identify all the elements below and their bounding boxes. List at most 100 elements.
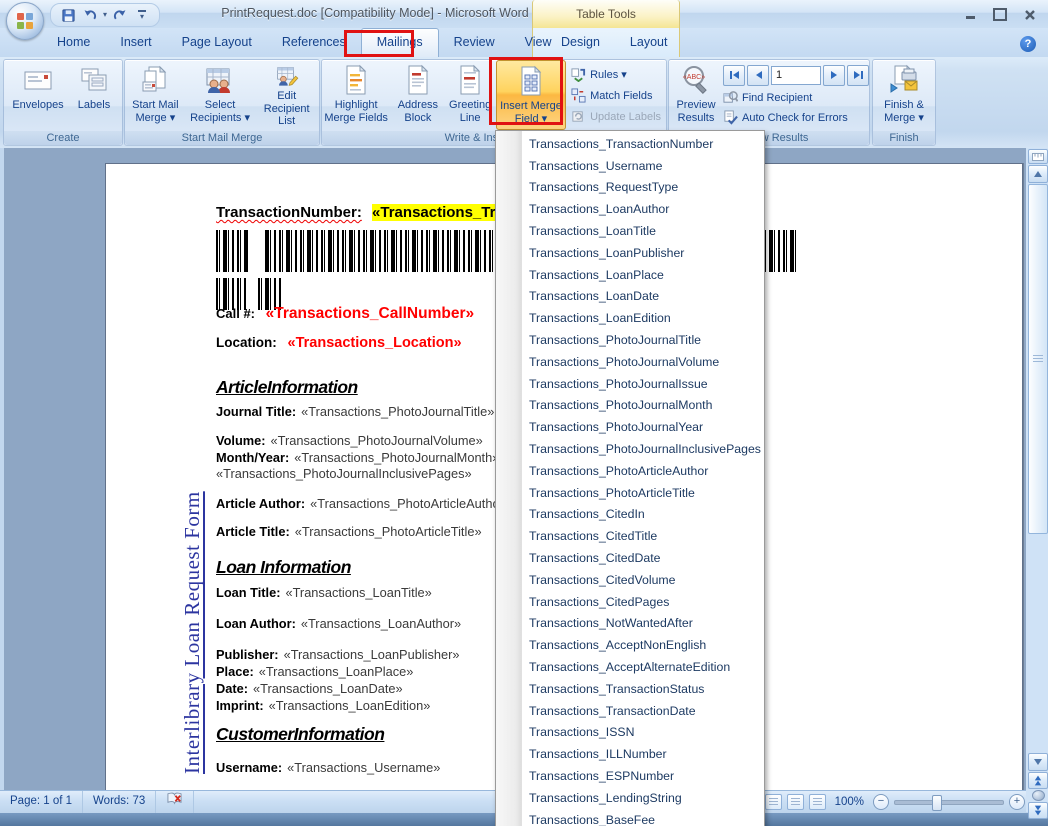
redo-icon[interactable] [111,6,129,24]
greeting-line-button[interactable]: Greeting Line [445,60,494,128]
tab-references[interactable]: References [267,28,361,57]
merge-field-menu-item[interactable]: Transactions_LoanPublisher [496,242,764,264]
merge-field-menu-item[interactable]: Transactions_BaseFee [496,809,764,826]
merge-field-menu-item[interactable]: Transactions_PhotoArticleAuthor [496,460,764,482]
edit-recipient-list-button[interactable]: Edit Recipient List [254,60,319,128]
draft-view-icon[interactable] [809,794,826,810]
finish-merge-icon [888,64,920,96]
maximize-button[interactable] [992,7,1008,21]
update-labels-button[interactable]: Update Labels [571,108,666,125]
web-layout-view-icon[interactable] [765,794,782,810]
finish-merge-button[interactable]: Finish & Merge ▾ [876,60,932,128]
rules-button[interactable]: Rules ▾ [571,66,666,83]
merge-field-menu-item[interactable]: Transactions_CitedPages [496,591,764,613]
minimize-button[interactable] [962,7,978,21]
proofing-status[interactable] [156,791,194,813]
tab-review[interactable]: Review [439,28,510,57]
scroll-up-button[interactable] [1028,165,1048,183]
help-icon[interactable]: ? [1020,36,1036,52]
merge-field-menu-item[interactable]: Transactions_TransactionNumber [496,133,764,155]
office-button[interactable] [6,2,44,40]
loan-title-line: Loan Title:«Transactions_LoanTitle» [216,585,432,600]
zoom-slider[interactable] [894,800,1004,805]
merge-field-menu-item[interactable]: Transactions_PhotoJournalIssue [496,373,764,395]
merge-field-menu-item[interactable]: Transactions_LoanPlace [496,264,764,286]
merge-field-menu-item[interactable]: Transactions_PhotoJournalMonth [496,395,764,417]
merge-field-menu-item[interactable]: Transactions_ILLNumber [496,743,764,765]
merge-field-menu-item[interactable]: Transactions_LoanTitle [496,220,764,242]
merge-field-menu-item[interactable]: Transactions_PhotoJournalTitle [496,329,764,351]
undo-dropdown-icon[interactable]: ▾ [103,11,107,19]
next-record-button[interactable] [823,65,845,86]
svg-text:«ABC»: «ABC» [683,74,705,81]
merge-field-menu-item[interactable]: Transactions_ISSN [496,722,764,744]
tab-design[interactable]: Design [546,28,615,56]
find-recipient-button[interactable]: Find Recipient [723,89,869,106]
page-indicator[interactable]: Page: 1 of 1 [0,791,83,813]
window-controls [962,7,1038,21]
last-record-button[interactable] [847,65,869,86]
view-ruler-icon[interactable] [1028,149,1048,164]
merge-field-menu-item[interactable]: Transactions_PhotoArticleTitle [496,482,764,504]
start-mail-merge-button[interactable]: Start Mail Merge ▾ [125,60,186,128]
save-icon[interactable] [59,6,77,24]
merge-field-menu-item[interactable]: Transactions_LendingString [496,787,764,809]
address-block-button[interactable]: Address Block [391,60,444,128]
preview-results-button[interactable]: «ABC» Preview Results [673,60,719,128]
scrollbar-thumb[interactable] [1028,184,1048,534]
tab-page-layout[interactable]: Page Layout [167,28,267,57]
merge-field-menu-item[interactable]: Transactions_TransactionStatus [496,678,764,700]
insert-merge-field-button[interactable]: Insert Merge Field ▾ [496,60,566,130]
insert-merge-field-menu: Transactions_TransactionNumberTransactio… [495,130,765,826]
select-recipients-button[interactable]: Select Recipients ▾ [190,60,251,128]
highlight-merge-fields-button[interactable]: Highlight Merge Fields [322,60,390,128]
merge-field-menu-item[interactable]: Transactions_TransactionDate [496,700,764,722]
customize-qat-icon[interactable]: ▾ [133,6,151,24]
next-page-button[interactable] [1028,802,1048,819]
merge-field-menu-item[interactable]: Transactions_Username [496,155,764,177]
zoom-level[interactable]: 100% [835,796,864,808]
merge-field-menu-item[interactable]: Transactions_AcceptNonEnglish [496,634,764,656]
match-fields-button[interactable]: Match Fields [571,87,666,104]
merge-field-menu-item[interactable]: Transactions_LoanDate [496,286,764,308]
tab-layout[interactable]: Layout [615,28,683,56]
labels-button[interactable]: Labels [70,60,118,128]
merge-field-menu-item[interactable]: Transactions_LoanAuthor [496,198,764,220]
merge-field-menu-item[interactable]: Transactions_NotWantedAfter [496,613,764,635]
undo-icon[interactable] [81,6,99,24]
place-line: Place:«Transactions_LoanPlace» [216,664,413,679]
merge-field-menu-item[interactable]: Transactions_PhotoJournalVolume [496,351,764,373]
proofing-error-icon [166,791,183,806]
auto-check-errors-button[interactable]: Auto Check for Errors [723,109,869,126]
envelopes-button[interactable]: Envelopes [8,60,68,128]
merge-field-menu-item[interactable]: Transactions_CitedTitle [496,525,764,547]
merge-field-menu-item[interactable]: Transactions_AcceptAlternateEdition [496,656,764,678]
previous-record-button[interactable] [747,65,769,86]
merge-field-menu-item[interactable]: Transactions_CitedVolume [496,569,764,591]
merge-field-menu-item[interactable]: Transactions_LoanEdition [496,307,764,329]
window-title: PrintRequest.doc [Compatibility Mode] - … [210,6,540,20]
record-number-input[interactable] [771,66,821,85]
scroll-down-button[interactable] [1028,753,1048,771]
merge-field-menu-item[interactable]: Transactions_PhotoJournalInclusivePages [496,438,764,460]
tab-insert[interactable]: Insert [105,28,166,57]
zoom-in-icon[interactable]: + [1009,794,1025,810]
tab-home[interactable]: Home [42,28,105,57]
tab-mailings[interactable]: Mailings [361,28,439,57]
zoom-out-icon[interactable]: − [873,794,889,810]
close-button[interactable] [1022,7,1038,21]
word-count[interactable]: Words: 73 [83,791,156,813]
volume-line: Volume:«Transactions_PhotoJournalVolume» [216,433,483,448]
merge-field-menu-item[interactable]: Transactions_CitedIn [496,504,764,526]
select-recipients-icon [204,64,236,96]
merge-field-menu-item[interactable]: Transactions_RequestType [496,177,764,199]
merge-field-menu-item[interactable]: Transactions_CitedDate [496,547,764,569]
zoom-slider-handle[interactable] [932,795,942,811]
outline-view-icon[interactable] [787,794,804,810]
group-label-create: Create [4,131,122,145]
merge-field-menu-item[interactable]: Transactions_ESPNumber [496,765,764,787]
previous-page-button[interactable] [1028,772,1048,789]
select-browse-object-button[interactable] [1032,790,1045,801]
merge-field-menu-item[interactable]: Transactions_PhotoJournalYear [496,416,764,438]
first-record-button[interactable] [723,65,745,86]
